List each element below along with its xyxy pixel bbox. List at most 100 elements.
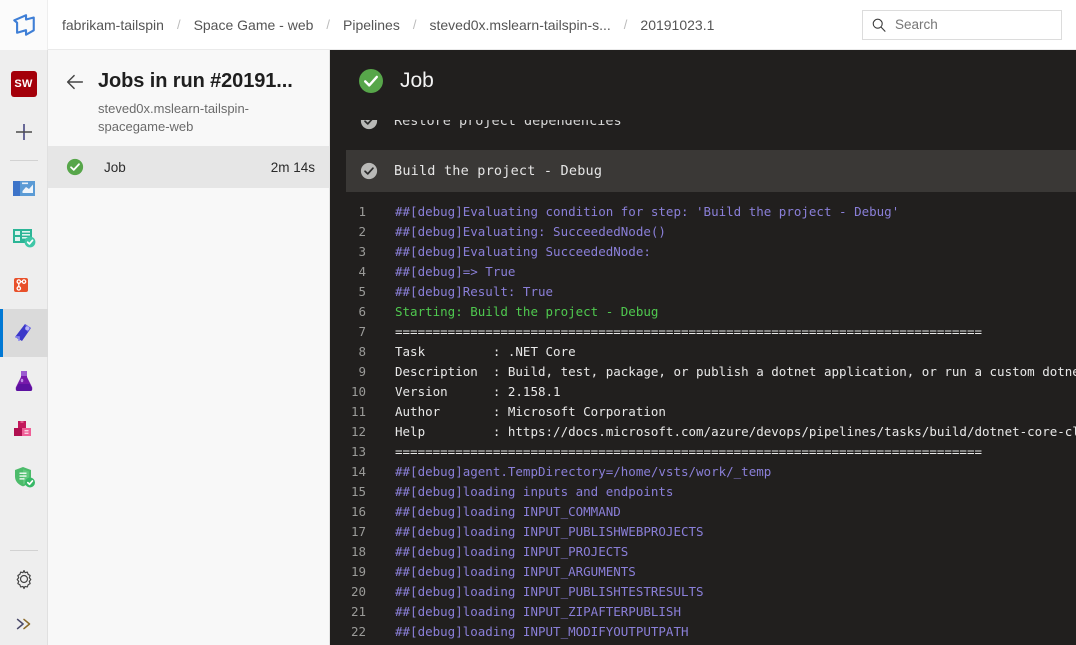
log-line: 13 ======================================… <box>330 442 1076 462</box>
log-line-text: ##[debug]Evaluating condition for step: … <box>395 204 900 219</box>
breadcrumb-separator: / <box>176 17 181 32</box>
log-line: 9 Description : Build, test, package, or … <box>330 362 1076 382</box>
page-title: Jobs in run #20191... <box>98 70 293 92</box>
search-placeholder: Search <box>895 17 938 32</box>
log-line-text: ##[debug]loading INPUT_ZIPAFTERPUBLISH <box>395 604 681 619</box>
sidebar-item-project-settings[interactable] <box>13 555 35 603</box>
log-line: 8 Task : .NET Core <box>330 342 1076 362</box>
rail-divider <box>9 160 38 161</box>
search-container: Search <box>862 9 1062 40</box>
log-line-text: ##[debug]loading INPUT_PUBLISHTESTRESULT… <box>395 584 704 599</box>
log-line-number: 11 <box>350 404 366 419</box>
log-line-text: ========================================… <box>395 324 982 339</box>
top-bar: fabrikam-tailspin / Space Game - web / P… <box>0 0 1076 50</box>
sidebar-item-repos[interactable] <box>0 261 48 309</box>
log-line-text: ##[debug]loading INPUT_MODIFYOUTPUTPATH <box>395 624 689 639</box>
log-line: 3 ##[debug]Evaluating SucceededNode: <box>330 242 1076 262</box>
sidebar-item-pipelines[interactable] <box>0 309 48 357</box>
log-line: 4 ##[debug]=> True <box>330 262 1076 282</box>
artifacts-icon <box>13 421 31 436</box>
log-line: 17 ##[debug]loading INPUT_PUBLISHWEBPROJE… <box>330 522 1076 542</box>
sidebar-expand-button[interactable] <box>13 603 35 645</box>
pipeline-subtitle: steved0x.mslearn-tailspin-spacegame-web <box>98 101 250 134</box>
search-input[interactable]: Search <box>862 9 1062 40</box>
log-line-number: 19 <box>350 564 366 579</box>
sidebar-item-test-plans[interactable] <box>0 357 48 405</box>
step-header-label: Build the project - Debug <box>394 163 603 179</box>
console-header: Job <box>330 50 1076 112</box>
log-console: Job Restore project dependencies Build t… <box>330 50 1076 645</box>
log-line-number: 15 <box>350 484 366 499</box>
sidebar-item-new[interactable] <box>0 108 48 156</box>
success-check-icon-grey <box>360 162 378 180</box>
chevron-double-right-icon <box>16 618 30 630</box>
project-avatar: SW <box>10 71 37 97</box>
log-line-number: 7 <box>358 324 366 339</box>
sidebar-item-security[interactable] <box>0 453 48 501</box>
azure-devops-logo[interactable] <box>0 0 48 50</box>
boards-icon <box>12 229 35 248</box>
log-line-number: 2 <box>358 224 366 239</box>
overview-icon <box>12 181 35 196</box>
console-title: Job <box>400 69 434 92</box>
log-line: 19 ##[debug]loading INPUT_ARGUMENTS <box>330 562 1076 582</box>
step-clip-window: Restore project dependencies <box>330 120 1076 142</box>
step-header-build-the-project-debug[interactable]: Build the project - Debug <box>346 150 1076 192</box>
log-line: 10 Version : 2.158.1 <box>330 382 1076 402</box>
log-line: 20 ##[debug]loading INPUT_PUBLISHTESTRESU… <box>330 582 1076 602</box>
log-line-number: 12 <box>350 424 366 439</box>
pipelines-icon <box>14 324 31 341</box>
log-line: 12 Help : https://docs.microsoft.com/azur… <box>330 422 1076 442</box>
breadcrumb-item-run-number[interactable]: 20191023.1 <box>640 15 714 35</box>
back-arrow-icon[interactable] <box>64 71 86 93</box>
success-check-icon <box>359 69 383 93</box>
log-line-number: 6 <box>358 304 366 319</box>
log-line-number: 1 <box>358 204 366 219</box>
sidebar-item-project-avatar[interactable]: SW <box>0 60 48 108</box>
test-plans-icon <box>15 371 32 392</box>
breadcrumb-item-pipeline-name[interactable]: steved0x.mslearn-tailspin-s... <box>429 15 610 35</box>
log-line-text: Version : 2.158.1 <box>395 384 561 399</box>
log-line: 21 ##[debug]loading INPUT_ZIPAFTERPUBLISH <box>330 602 1076 622</box>
breadcrumb-item-project[interactable]: Space Game - web <box>194 15 314 35</box>
body: SW Jobs in run #20191... steved0x.mslear… <box>0 50 1076 645</box>
log-line: 1 ##[debug]Evaluating condition for step:… <box>330 202 1076 222</box>
log-lines-container[interactable]: 1 ##[debug]Evaluating condition for step:… <box>330 192 1076 642</box>
step-clip-content: Restore project dependencies <box>330 120 622 142</box>
azure-devops-pipeline-logs-page: fabrikam-tailspin / Space Game - web / P… <box>0 0 1076 645</box>
gear-icon <box>16 569 31 590</box>
sidebar-item-overview[interactable] <box>0 165 48 213</box>
log-line-number: 16 <box>350 504 366 519</box>
breadcrumb-item-pipelines[interactable]: Pipelines <box>343 15 400 35</box>
log-line-number: 21 <box>350 604 366 619</box>
log-line-text: ##[debug]Evaluating SucceededNode: <box>395 244 651 259</box>
log-line: 2 ##[debug]Evaluating: SucceededNode() <box>330 222 1076 242</box>
log-line-text: ##[debug]loading inputs and endpoints <box>395 484 674 499</box>
breadcrumb-separator: / <box>623 17 628 32</box>
repos-icon <box>13 278 28 292</box>
log-line-number: 3 <box>358 244 366 259</box>
log-line-text: ##[debug]Result: True <box>395 284 554 299</box>
log-line: 18 ##[debug]loading INPUT_PROJECTS <box>330 542 1076 562</box>
log-line-text: ##[debug]loading INPUT_ARGUMENTS <box>395 564 636 579</box>
jobs-panel-header: Jobs in run #20191... steved0x.mslearn-t… <box>48 50 329 146</box>
log-line-text: ##[debug]loading INPUT_PUBLISHWEBPROJECT… <box>395 524 704 539</box>
breadcrumb-item-organization[interactable]: fabrikam-tailspin <box>62 15 164 35</box>
log-line: 5 ##[debug]Result: True <box>330 282 1076 302</box>
log-line-text: Task : .NET Core <box>395 344 576 359</box>
shield-check-icon <box>14 467 35 488</box>
log-line-text: ##[debug]loading INPUT_PROJECTS <box>395 544 629 559</box>
step-clipped-label: Restore project dependencies <box>394 120 622 129</box>
log-line-text: ##[debug]agent.TempDirectory=/home/vsts/… <box>395 464 772 479</box>
sidebar-item-boards[interactable] <box>0 213 48 261</box>
log-line-text: ##[debug]Evaluating: SucceededNode() <box>395 224 666 239</box>
job-duration: 2m 14s <box>270 159 315 175</box>
job-list-item[interactable]: Job 2m 14s <box>48 146 329 188</box>
log-line-number: 9 <box>358 364 366 379</box>
log-line-text: Starting: Build the project - Debug <box>395 304 659 319</box>
job-name: Job <box>104 159 126 175</box>
left-nav-rail: SW <box>0 50 48 645</box>
log-line-number: 5 <box>358 284 366 299</box>
step-row-clipped[interactable]: Restore project dependencies <box>330 112 1076 142</box>
sidebar-item-artifacts[interactable] <box>0 405 48 453</box>
